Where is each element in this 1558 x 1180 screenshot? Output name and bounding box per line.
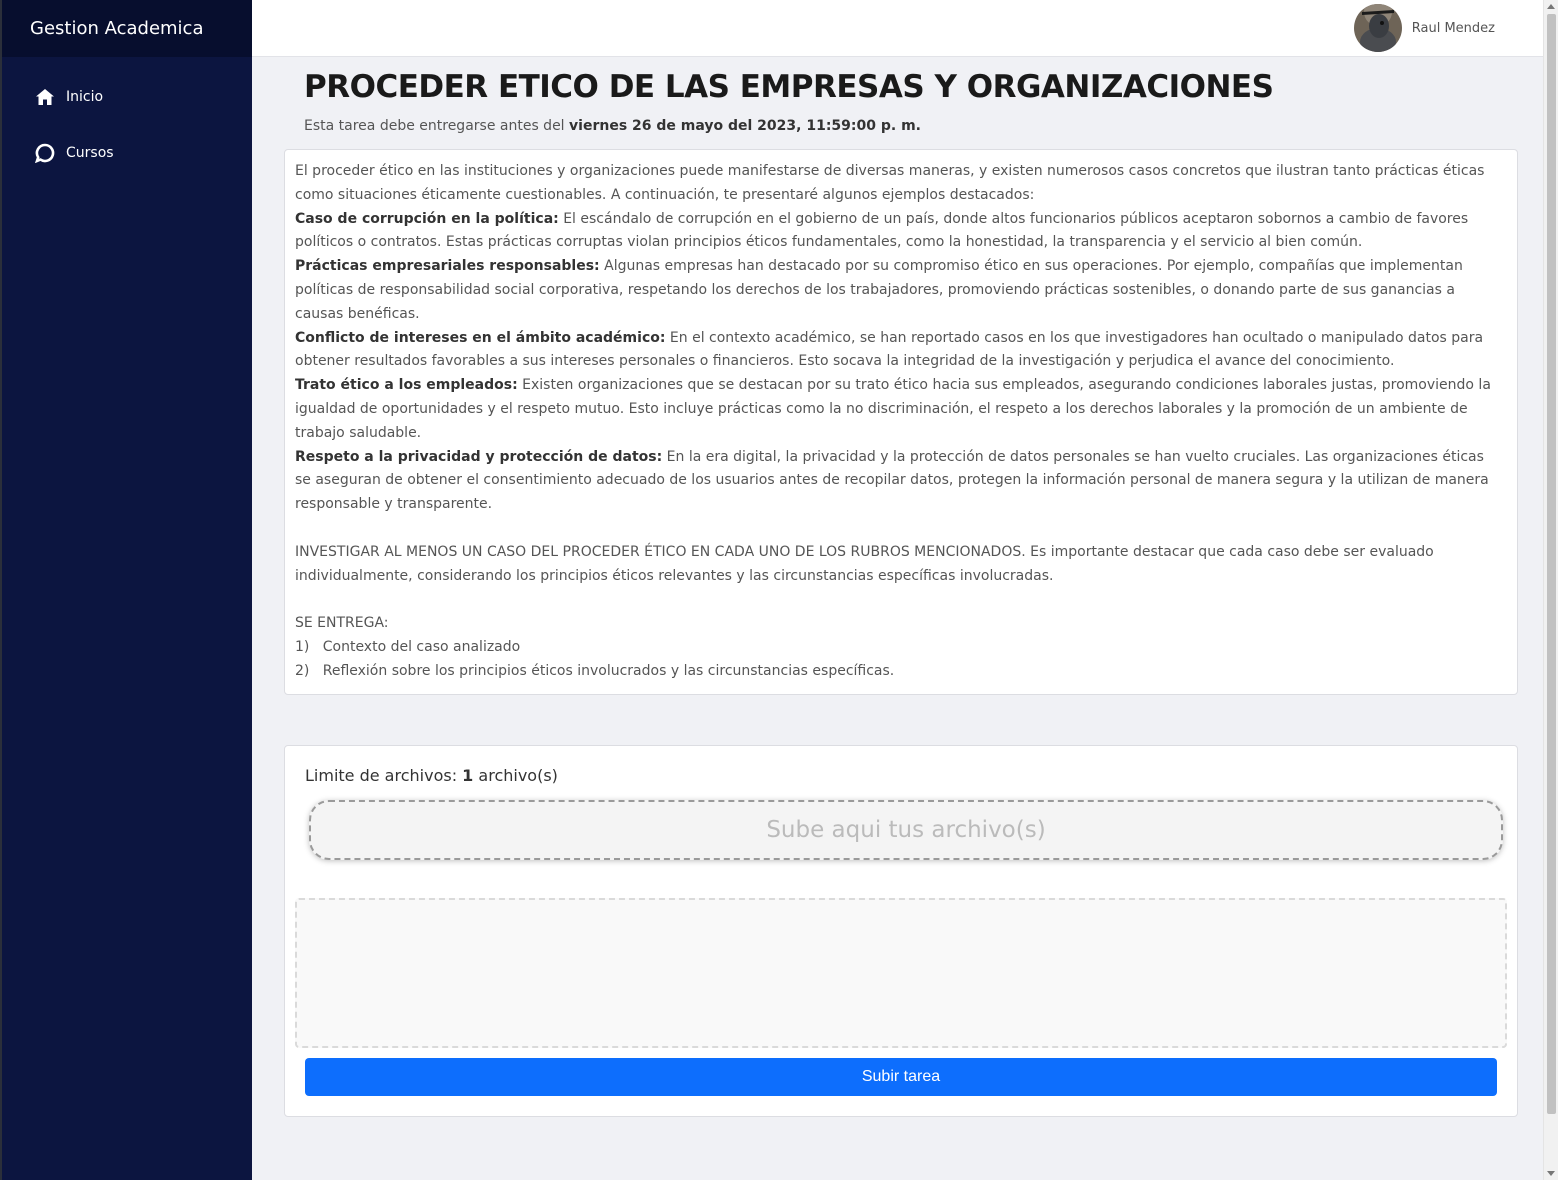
user-avatar[interactable] <box>1353 4 1402 52</box>
section-item: Conflicto de intereses en el ámbito acad… <box>295 327 1503 375</box>
top-bar: Raul Mendez <box>252 0 1543 57</box>
sidebar-item-label: Inicio <box>66 89 104 105</box>
sidebar-item-label: Cursos <box>66 145 114 161</box>
main-content: PROCEDER ETICO DE LAS EMPRESAS Y ORGANIZ… <box>252 57 1543 1180</box>
section-item: Respeto a la privacidad y protección de … <box>295 446 1503 517</box>
uploaded-files-area[interactable] <box>295 898 1507 1048</box>
section-heading: Prácticas empresariales responsables: <box>295 258 600 275</box>
section-item: Trato ético a los empleados: Existen org… <box>295 374 1503 445</box>
deliverable-number: 2) <box>295 662 310 679</box>
user-name: Raul Mendez <box>1411 20 1495 36</box>
due-prefix: Esta tarea debe entregarse antes del <box>304 118 565 134</box>
due-date-notice: Esta tarea debe entregarse antes del vie… <box>304 118 921 134</box>
section-item: Caso de corrupción en la política: El es… <box>295 208 1503 256</box>
deliverable-item: 2) Reflexión sobre los principios éticos… <box>295 660 1503 684</box>
deliverable-number: 1) <box>295 638 310 655</box>
scroll-down-icon[interactable] <box>1547 1171 1555 1176</box>
page-scrollbar[interactable] <box>1543 0 1558 1180</box>
section-item: Prácticas empresariales responsables: Al… <box>295 255 1503 326</box>
dropzone-text: Sube aqui tus archivo(s) <box>766 817 1046 843</box>
submit-assignment-button[interactable]: Subir tarea <box>305 1058 1497 1096</box>
deliverable-item: 1) Contexto del caso analizado <box>295 636 1503 660</box>
assignment-description: El proceder ético en las instituciones y… <box>284 149 1518 695</box>
user-menu[interactable]: Raul Mendez <box>1353 4 1495 52</box>
intro-text: El proceder ético en las instituciones y… <box>295 163 1485 203</box>
page-title: PROCEDER ETICO DE LAS EMPRESAS Y ORGANIZ… <box>304 69 1274 105</box>
section-heading: Caso de corrupción en la política: <box>295 210 559 227</box>
section-heading: Trato ético a los empleados: <box>295 377 518 394</box>
file-limit-label: Limite de archivos: <box>305 766 458 785</box>
file-dropzone[interactable]: Sube aqui tus archivo(s) <box>309 800 1503 860</box>
sidebar-item-inicio[interactable]: Inicio <box>2 69 252 125</box>
file-limit-value: 1 <box>462 766 474 785</box>
due-date: viernes 26 de mayo del 2023, 11:59:00 p.… <box>569 118 921 134</box>
home-icon <box>34 86 56 108</box>
scroll-thumb[interactable] <box>1547 14 1556 1114</box>
file-limit: Limite de archivos: 1 archivo(s) <box>305 766 558 785</box>
deliverable-text: Reflexión sobre los principios éticos in… <box>322 662 895 679</box>
deliverable-text: Contexto del caso analizado <box>322 638 521 655</box>
section-heading: Respeto a la privacidad y protección de … <box>295 448 663 465</box>
app-brand[interactable]: Gestion Academica <box>2 0 252 57</box>
instruction-text: INVESTIGAR AL MENOS UN CASO DEL PROCEDER… <box>295 543 1434 584</box>
upload-panel: Limite de archivos: 1 archivo(s) Sube aq… <box>284 745 1518 1117</box>
chat-bubble-icon <box>34 142 56 164</box>
deliver-label: SE ENTREGA: <box>295 615 389 632</box>
sidebar: Gestion Academica Inicio Cursos <box>0 0 252 1180</box>
sidebar-item-cursos[interactable]: Cursos <box>2 125 252 181</box>
file-limit-unit: archivo(s) <box>478 766 558 785</box>
section-heading: Conflicto de intereses en el ámbito acad… <box>295 329 666 346</box>
scroll-up-icon[interactable] <box>1547 4 1555 9</box>
